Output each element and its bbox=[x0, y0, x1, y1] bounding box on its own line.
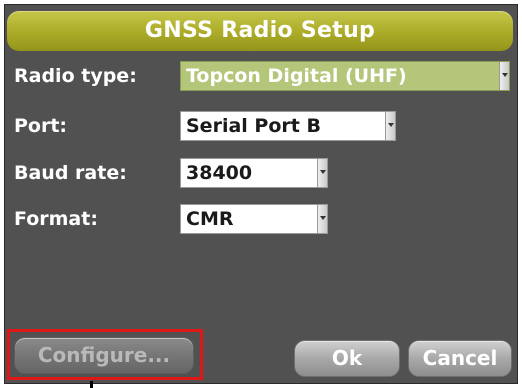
annotation-highlight-box bbox=[7, 329, 203, 380]
radio-type-label: Radio type: bbox=[14, 65, 137, 87]
chevron-down-icon[interactable] bbox=[499, 62, 509, 90]
port-label: Port: bbox=[14, 115, 68, 137]
format-select[interactable]: CMR bbox=[180, 204, 328, 234]
chevron-down-icon[interactable] bbox=[317, 205, 327, 233]
baud-rate-select[interactable]: 38400 bbox=[180, 158, 328, 188]
cancel-button[interactable]: Cancel bbox=[408, 340, 512, 377]
format-value: CMR bbox=[186, 208, 234, 230]
baud-rate-label: Baud rate: bbox=[14, 162, 127, 184]
radio-type-select[interactable]: Topcon Digital (UHF) bbox=[180, 61, 510, 91]
port-value: Serial Port B bbox=[186, 115, 321, 137]
pointer-mark bbox=[90, 381, 93, 388]
dialog-title: GNSS Radio Setup bbox=[144, 18, 376, 43]
radio-type-value: Topcon Digital (UHF) bbox=[186, 65, 407, 87]
format-label: Format: bbox=[14, 208, 98, 230]
chevron-down-icon[interactable] bbox=[385, 112, 395, 140]
screenshot-frame: GNSS Radio Setup Radio type: Topcon Digi… bbox=[0, 0, 522, 388]
port-select[interactable]: Serial Port B bbox=[180, 111, 396, 141]
chevron-down-icon[interactable] bbox=[317, 159, 327, 187]
dialog-title-bar: GNSS Radio Setup bbox=[7, 11, 513, 51]
baud-rate-value: 38400 bbox=[186, 162, 253, 184]
ok-button[interactable]: Ok bbox=[294, 340, 400, 377]
